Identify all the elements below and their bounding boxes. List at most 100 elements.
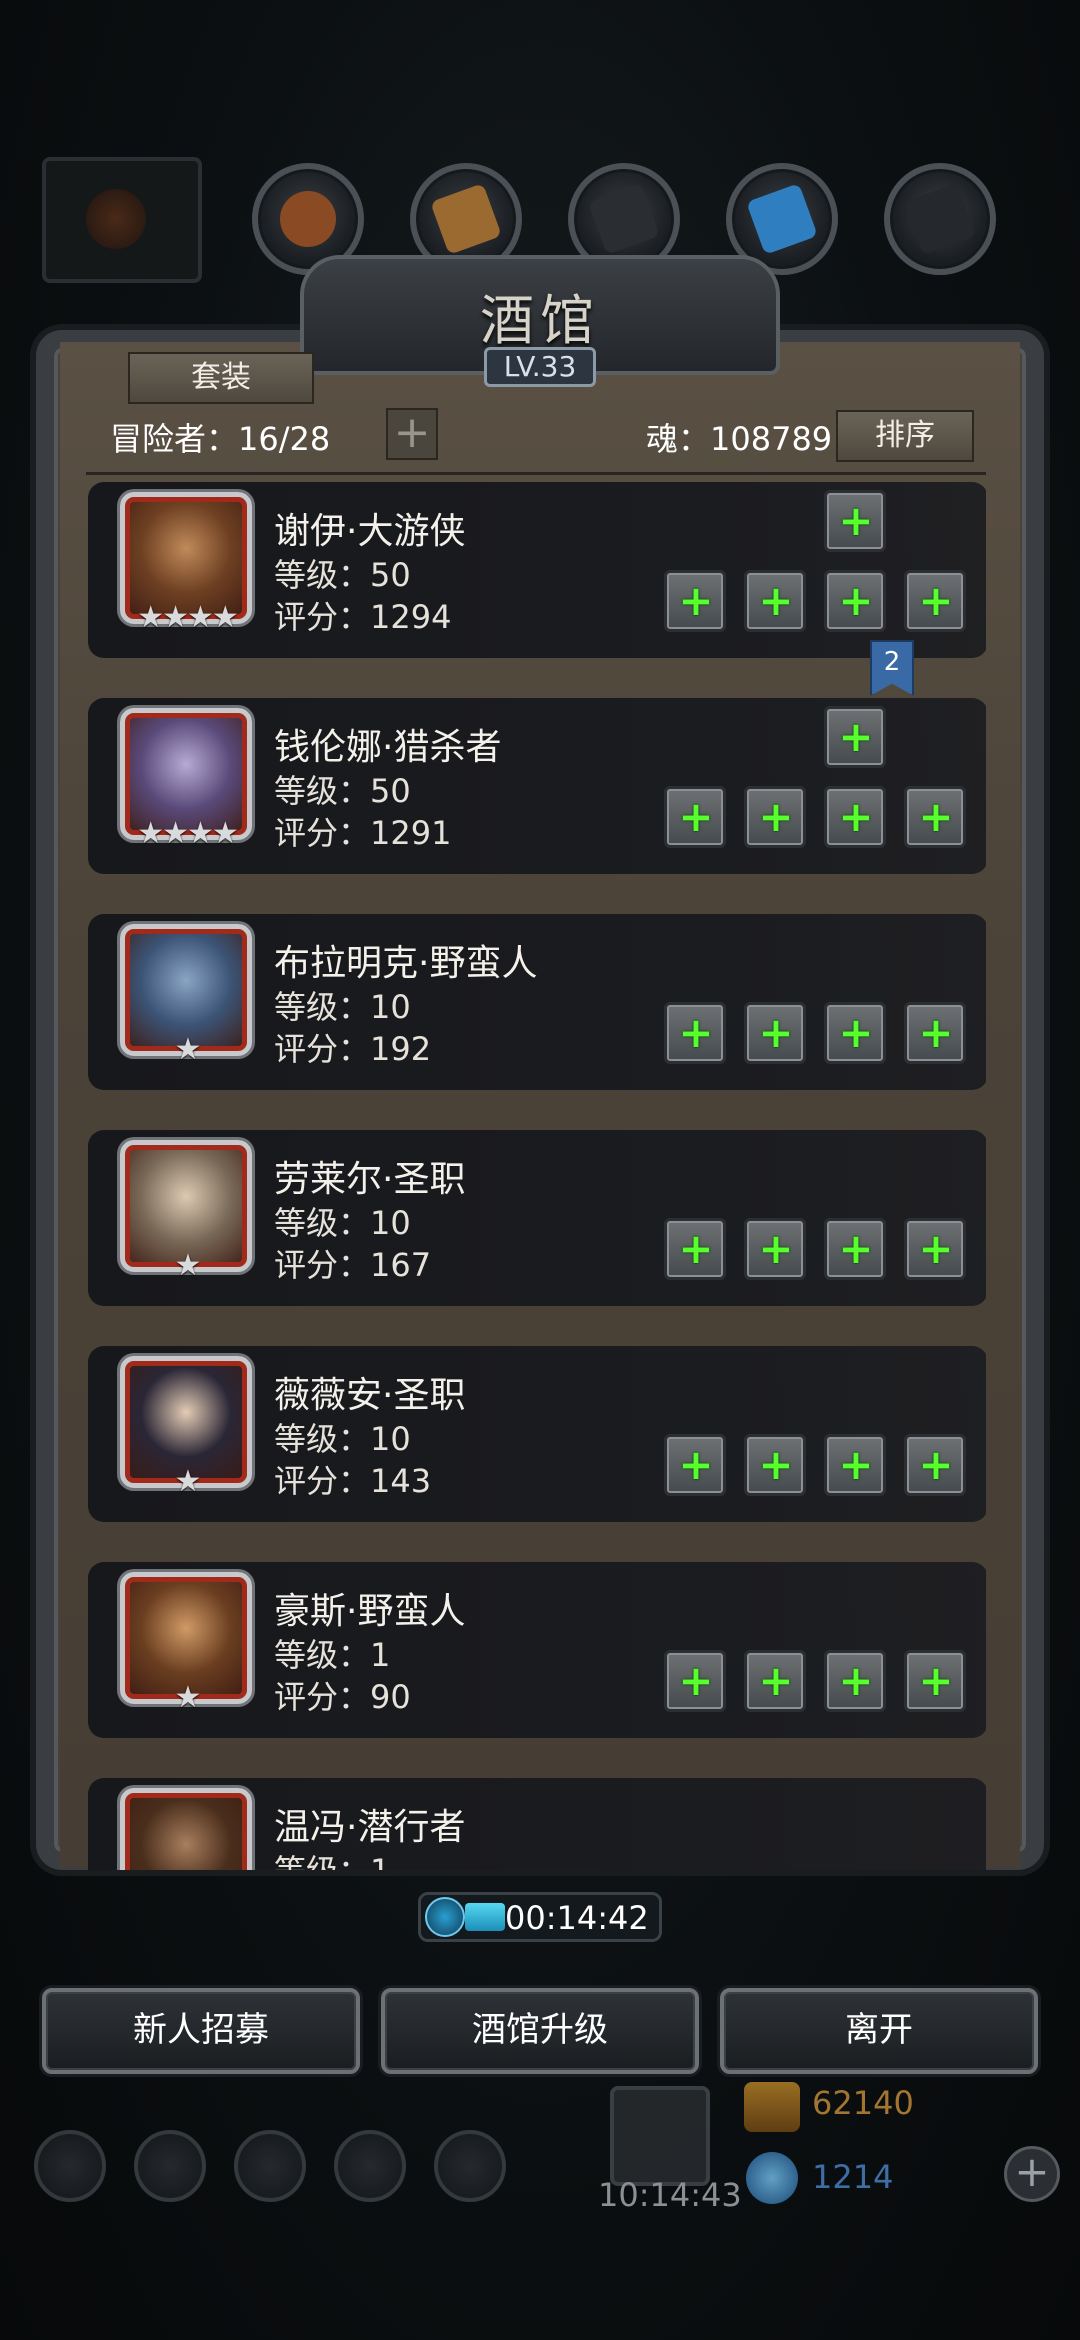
- hero-card[interactable]: ★ 薇薇安·圣职 等级：10 评分：143 + + + +: [88, 1346, 986, 1522]
- plus-icon: +: [838, 496, 874, 545]
- hero-card[interactable]: ★★★★ 谢伊·大游侠 等级：50 评分：1294 + + + + +: [88, 482, 986, 658]
- add-slot-button[interactable]: +: [386, 408, 438, 460]
- hero-name: 豪斯·野蛮人: [274, 1591, 466, 1632]
- plus-icon: +: [838, 792, 874, 841]
- refresh-timer: 00:14:42: [418, 1892, 662, 1942]
- extra-slot[interactable]: +: [824, 490, 886, 552]
- timer-value: 00:14:42: [505, 1899, 649, 1937]
- divider: [86, 472, 986, 475]
- recruit-button[interactable]: 新人招募: [42, 1988, 360, 2074]
- hero-level: 等级：10: [274, 988, 411, 1026]
- plus-icon: +: [838, 1440, 874, 1489]
- equip-slot-extra[interactable]: +: [904, 1218, 966, 1280]
- plus-icon: +: [678, 1656, 714, 1705]
- equip-slot-extra[interactable]: +: [904, 1002, 966, 1064]
- equip-slot-accessory[interactable]: +: [824, 1434, 886, 1496]
- settings-icon[interactable]: [34, 2130, 106, 2202]
- mail-icon[interactable]: [334, 2130, 406, 2202]
- plus-icon: +: [758, 1224, 794, 1273]
- equip-slot-accessory[interactable]: +: [824, 786, 886, 848]
- star-rating: ★: [174, 1248, 202, 1283]
- equip-slot-weapon[interactable]: +: [664, 786, 726, 848]
- hero-score: 评分：143: [274, 1462, 432, 1500]
- gold-icon: [744, 2082, 800, 2132]
- hero-card[interactable]: ★ 布拉明克·野蛮人 等级：10 评分：192 + + + +: [88, 914, 986, 1090]
- hero-card[interactable]: ★ 豪斯·野蛮人 等级：1 评分：90 + + + +: [88, 1562, 986, 1738]
- plus-icon: +: [838, 1008, 874, 1057]
- plus-icon: +: [758, 576, 794, 625]
- star-rating: ★: [174, 1680, 202, 1715]
- equip-slot-accessory[interactable]: +: [824, 1650, 886, 1712]
- equip-slot-accessory[interactable]: +: [824, 1218, 886, 1280]
- equip-slot-extra[interactable]: +: [904, 786, 966, 848]
- hero-level: 等级：10: [274, 1204, 411, 1242]
- sort-button[interactable]: 排序: [836, 410, 974, 462]
- clock-icon: [425, 1897, 465, 1937]
- extra-slot[interactable]: +: [824, 706, 886, 768]
- equip-slot-accessory[interactable]: +: [824, 570, 886, 632]
- hero-level: 等级：1: [274, 1846, 390, 1870]
- achievement-icon[interactable]: [134, 2130, 206, 2202]
- hero-list[interactable]: ★★★★ 谢伊·大游侠 等级：50 评分：1294 + + + + + ★★★★…: [86, 480, 986, 1870]
- gold-amount: 62140: [812, 2084, 914, 2122]
- plank-icon: [430, 183, 502, 255]
- tab-torch[interactable]: [42, 157, 202, 283]
- plus-icon: +: [678, 1008, 714, 1057]
- equip-slot-armor[interactable]: +: [744, 570, 806, 632]
- ore-icon: [904, 183, 976, 255]
- iron-icon: [588, 183, 660, 255]
- hero-score: 评分：90: [274, 1678, 411, 1716]
- hero-card[interactable]: ★★★★ 钱伦娜·猎杀者 等级：50 评分：1291 + + + + +: [88, 698, 986, 874]
- tavern-level: LV.33: [484, 347, 596, 387]
- equip-slot-weapon[interactable]: +: [664, 570, 726, 632]
- hero-name: 谢伊·大游侠: [274, 511, 466, 552]
- hero-level: 等级：1: [274, 1636, 391, 1674]
- equip-slot-armor[interactable]: +: [744, 1002, 806, 1064]
- gift-icon[interactable]: [610, 2086, 710, 2186]
- equip-slot-accessory[interactable]: +: [824, 1002, 886, 1064]
- tab-resource-5[interactable]: [884, 163, 996, 275]
- hero-level: 等级：10: [274, 1420, 411, 1458]
- hero-score: 评分：167: [274, 1246, 432, 1284]
- equip-slot-weapon[interactable]: +: [664, 1002, 726, 1064]
- plus-icon: +: [758, 1008, 794, 1057]
- hero-level: 等级：50: [274, 772, 411, 810]
- equip-slot-extra[interactable]: +: [904, 1650, 966, 1712]
- equip-slot-armor[interactable]: +: [744, 1218, 806, 1280]
- plus-icon: +: [838, 1656, 874, 1705]
- plus-icon: +: [918, 576, 954, 625]
- plus-icon: +: [918, 1008, 954, 1057]
- crystal-icon: [746, 183, 818, 255]
- plus-icon: +: [758, 792, 794, 841]
- quest-icon[interactable]: [234, 2130, 306, 2202]
- equip-slot-extra[interactable]: +: [904, 570, 966, 632]
- suit-button[interactable]: 套装: [128, 352, 314, 404]
- add-currency-button[interactable]: +: [1004, 2146, 1060, 2202]
- hero-name: 劳莱尔·圣职: [274, 1159, 466, 1200]
- hero-card[interactable]: ★ 劳莱尔·圣职 等级：10 评分：167 + + + +: [88, 1130, 986, 1306]
- plus-icon: +: [678, 1224, 714, 1273]
- plus-icon: +: [918, 1440, 954, 1489]
- equip-slot-armor[interactable]: +: [744, 1434, 806, 1496]
- star-rating: ★★★★: [137, 816, 239, 851]
- plus-icon: +: [918, 1224, 954, 1273]
- upgrade-tavern-button[interactable]: 酒馆升级: [381, 1988, 699, 2074]
- plus-icon: +: [918, 792, 954, 841]
- star-rating: ★: [174, 1032, 202, 1067]
- equip-slot-weapon[interactable]: +: [664, 1218, 726, 1280]
- plus-icon: +: [838, 576, 874, 625]
- leave-button[interactable]: 离开: [720, 1988, 1038, 2074]
- equip-slot-weapon[interactable]: +: [664, 1434, 726, 1496]
- gift-timer: 10:14:43: [598, 2176, 742, 2214]
- hero-card[interactable]: 温冯·潜行者 等级：1: [88, 1778, 986, 1870]
- plus-icon: +: [838, 712, 874, 761]
- equip-slot-armor[interactable]: +: [744, 786, 806, 848]
- hero-portrait[interactable]: [120, 1788, 252, 1870]
- equip-slot-armor[interactable]: +: [744, 1650, 806, 1712]
- soul-count: 魂：108789: [646, 420, 833, 458]
- dice-icon[interactable]: [434, 2130, 506, 2202]
- equip-slot-weapon[interactable]: +: [664, 1650, 726, 1712]
- plus-icon: +: [678, 576, 714, 625]
- star-rating: ★★★★: [137, 600, 239, 635]
- equip-slot-extra[interactable]: +: [904, 1434, 966, 1496]
